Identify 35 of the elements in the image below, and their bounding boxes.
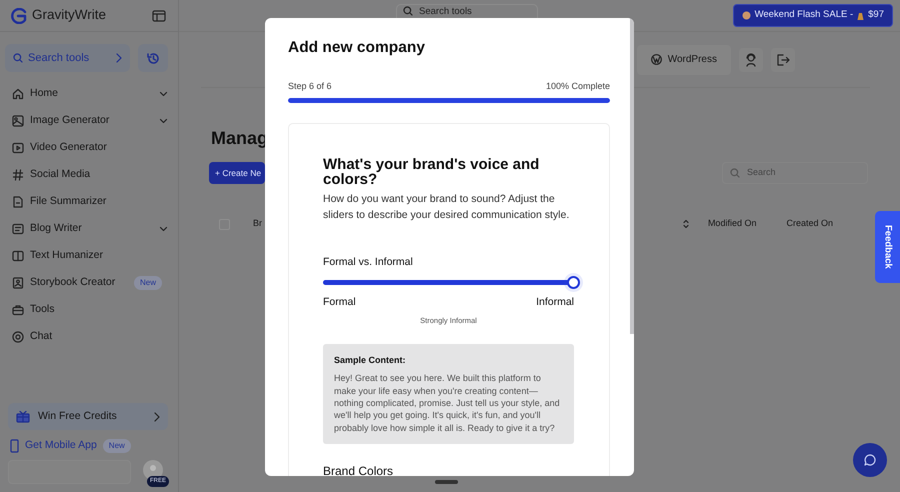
new-badge: New [102, 439, 131, 454]
sidebar-item[interactable]: File Summarizer [12, 188, 168, 215]
wordpress-button[interactable]: WordPress [636, 44, 731, 74]
win-credits-button[interactable]: Win Free Credits [8, 403, 168, 430]
mobile-app-link[interactable]: Get Mobile App New [10, 438, 178, 454]
feedback-tab[interactable]: Feedback [875, 211, 900, 283]
section-heading: What's your brand's voice and colors? [323, 157, 540, 188]
step-label: Step 6 of 6 [288, 80, 332, 93]
search-field[interactable]: Search [722, 162, 868, 184]
sidebar-item[interactable]: Video Generator [12, 134, 168, 161]
sale-button[interactable]: Weekend Flash SALE - $97 [732, 4, 893, 27]
progress-label: 100% Complete [546, 80, 610, 93]
sidebar-item[interactable]: Image Generator [12, 107, 168, 134]
section-description: How do you want your brand to sound? Adjust the sliders to describe your desired communication style. [323, 192, 570, 224]
brand-name: GravityWrite [32, 6, 106, 24]
sample-title: Sample Content: [334, 354, 407, 367]
slider-min-label: Formal [323, 294, 356, 310]
new-badge: New [134, 276, 162, 290]
sample-text: Hey! Great to see you here. We built this platform to make your life easy when you're creating content—nothing complicated, promise. Just tell us your style, and we'll help you get going. It's quick, it's fun, and you'll probably love how simple it all is. Ready to give it a try? [334, 372, 561, 434]
column-header: Br [253, 217, 262, 230]
column-header: Modified On [708, 217, 756, 230]
modal-title: Add new company [288, 39, 426, 58]
section-heading: Brand Colors [323, 462, 394, 476]
sidebar-item[interactable]: Text Humanizer [12, 242, 168, 269]
slider-max-label: Informal [536, 294, 574, 310]
create-button[interactable]: + Create Ne [209, 162, 266, 184]
slider-label: Formal vs. Informal [323, 255, 414, 270]
sidebar-item[interactable]: Storybook Creator New [12, 269, 168, 296]
column-header: Created On [786, 217, 833, 230]
sidebar-item[interactable]: Blog Writer [12, 215, 168, 242]
sidebar-item[interactable]: Home [12, 80, 168, 107]
sidebar-item[interactable]: Social Media [12, 161, 168, 188]
search-tools-button[interactable]: Search tools [5, 44, 130, 72]
sidebar-item[interactable]: Chat [12, 323, 168, 350]
sidebar-item[interactable]: Tools [12, 296, 168, 323]
